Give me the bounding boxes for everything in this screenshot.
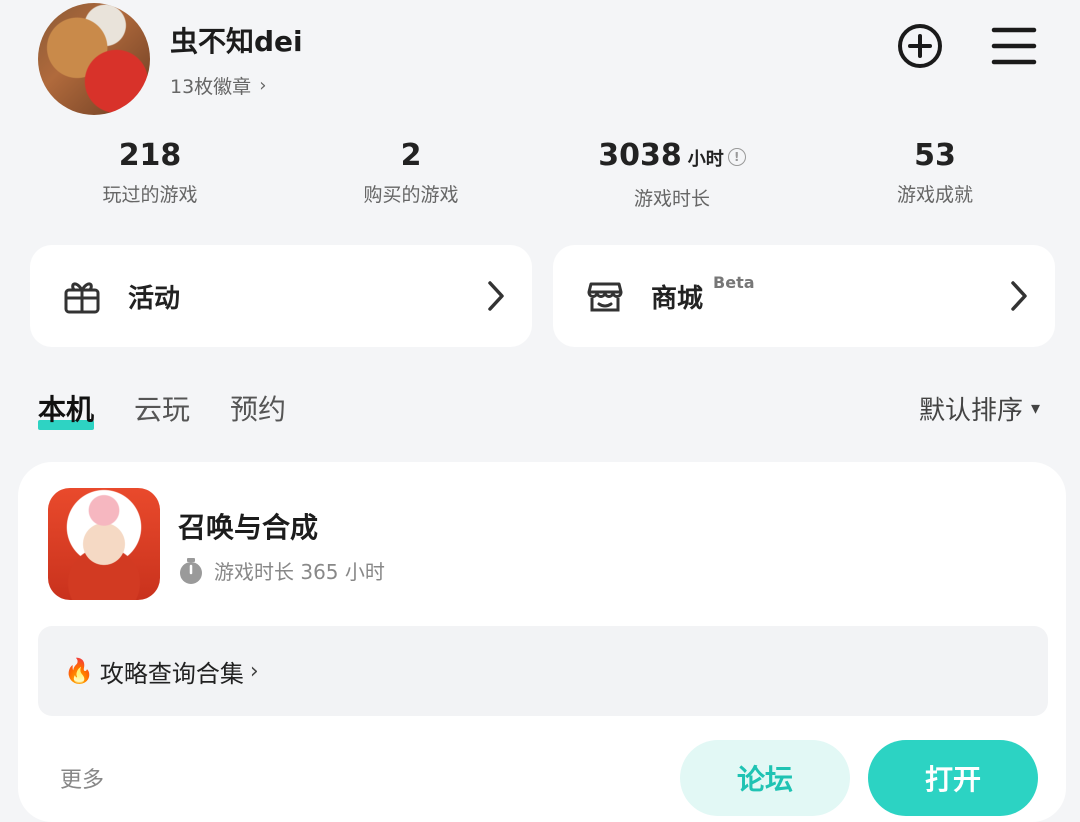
tab-label: 本机	[38, 393, 95, 426]
chevron-right-icon: ›	[249, 658, 259, 684]
activity-card[interactable]: 活动	[30, 245, 532, 347]
gift-icon	[64, 282, 100, 314]
stat-play-time[interactable]: 3038 小时! 游戏时长	[572, 138, 772, 211]
caret-down-icon: ▾	[1030, 398, 1040, 419]
avatar[interactable]	[38, 3, 150, 115]
game-icon[interactable]	[48, 488, 160, 600]
beta-badge: Beta	[713, 272, 755, 292]
tab-cloud-play[interactable]: 云玩	[134, 388, 190, 428]
stat-label: 购买的游戏	[363, 184, 459, 206]
stopwatch-icon	[180, 557, 202, 584]
stat-label: 玩过的游戏	[102, 184, 198, 206]
stat-value: 2	[400, 138, 422, 173]
more-link[interactable]: 更多	[60, 762, 104, 794]
guide-label: 攻略查询合集	[99, 659, 244, 688]
game-card: 召唤与合成 游戏时长 365 小时 🔥 攻略查询合集 › 更多 论坛 打开	[18, 462, 1066, 822]
stat-label: 游戏成就	[896, 184, 973, 206]
info-icon[interactable]: !	[727, 147, 746, 166]
play-time: 游戏时长 365 小时	[178, 556, 385, 585]
tab-bar: 本机 云玩 预约	[38, 388, 286, 430]
stat-label: 游戏时长	[633, 188, 710, 210]
stat-played-games[interactable]: 218 玩过的游戏	[50, 138, 250, 207]
stat-value: 218	[118, 138, 182, 173]
chevron-right-icon	[1011, 281, 1027, 311]
stat-purchased-games[interactable]: 2 购买的游戏	[311, 138, 511, 207]
badges-link[interactable]: 13枚徽章 ›	[170, 72, 266, 99]
stat-unit: 小时	[687, 149, 724, 170]
add-circle-icon[interactable]	[896, 22, 944, 70]
sort-label: 默认排序	[918, 396, 1023, 426]
store-icon	[587, 282, 623, 312]
fire-icon: 🔥	[64, 657, 94, 685]
activity-label: 活动	[128, 283, 181, 314]
chevron-right-icon: ›	[259, 75, 267, 96]
guide-banner[interactable]: 🔥 攻略查询合集 ›	[38, 626, 1048, 716]
store-label: 商城	[651, 283, 704, 314]
open-button[interactable]: 打开	[868, 740, 1038, 816]
sort-dropdown[interactable]: 默认排序 ▾	[919, 390, 1040, 427]
stat-achievements[interactable]: 53 游戏成就	[835, 138, 1035, 207]
menu-icon[interactable]	[990, 22, 1038, 70]
tab-local[interactable]: 本机	[38, 388, 95, 430]
badges-label: 13枚徽章	[170, 76, 252, 98]
forum-button[interactable]: 论坛	[680, 740, 850, 816]
stat-value: 53	[914, 138, 956, 173]
play-time-label: 游戏时长 365 小时	[214, 560, 385, 584]
username: 虫不知dei	[170, 25, 303, 58]
tab-reservation[interactable]: 预约	[230, 388, 286, 428]
store-card[interactable]: 商城 Beta	[553, 245, 1055, 347]
chevron-right-icon	[488, 281, 504, 311]
stat-value: 3038	[598, 138, 682, 173]
game-name[interactable]: 召唤与合成	[178, 506, 318, 546]
